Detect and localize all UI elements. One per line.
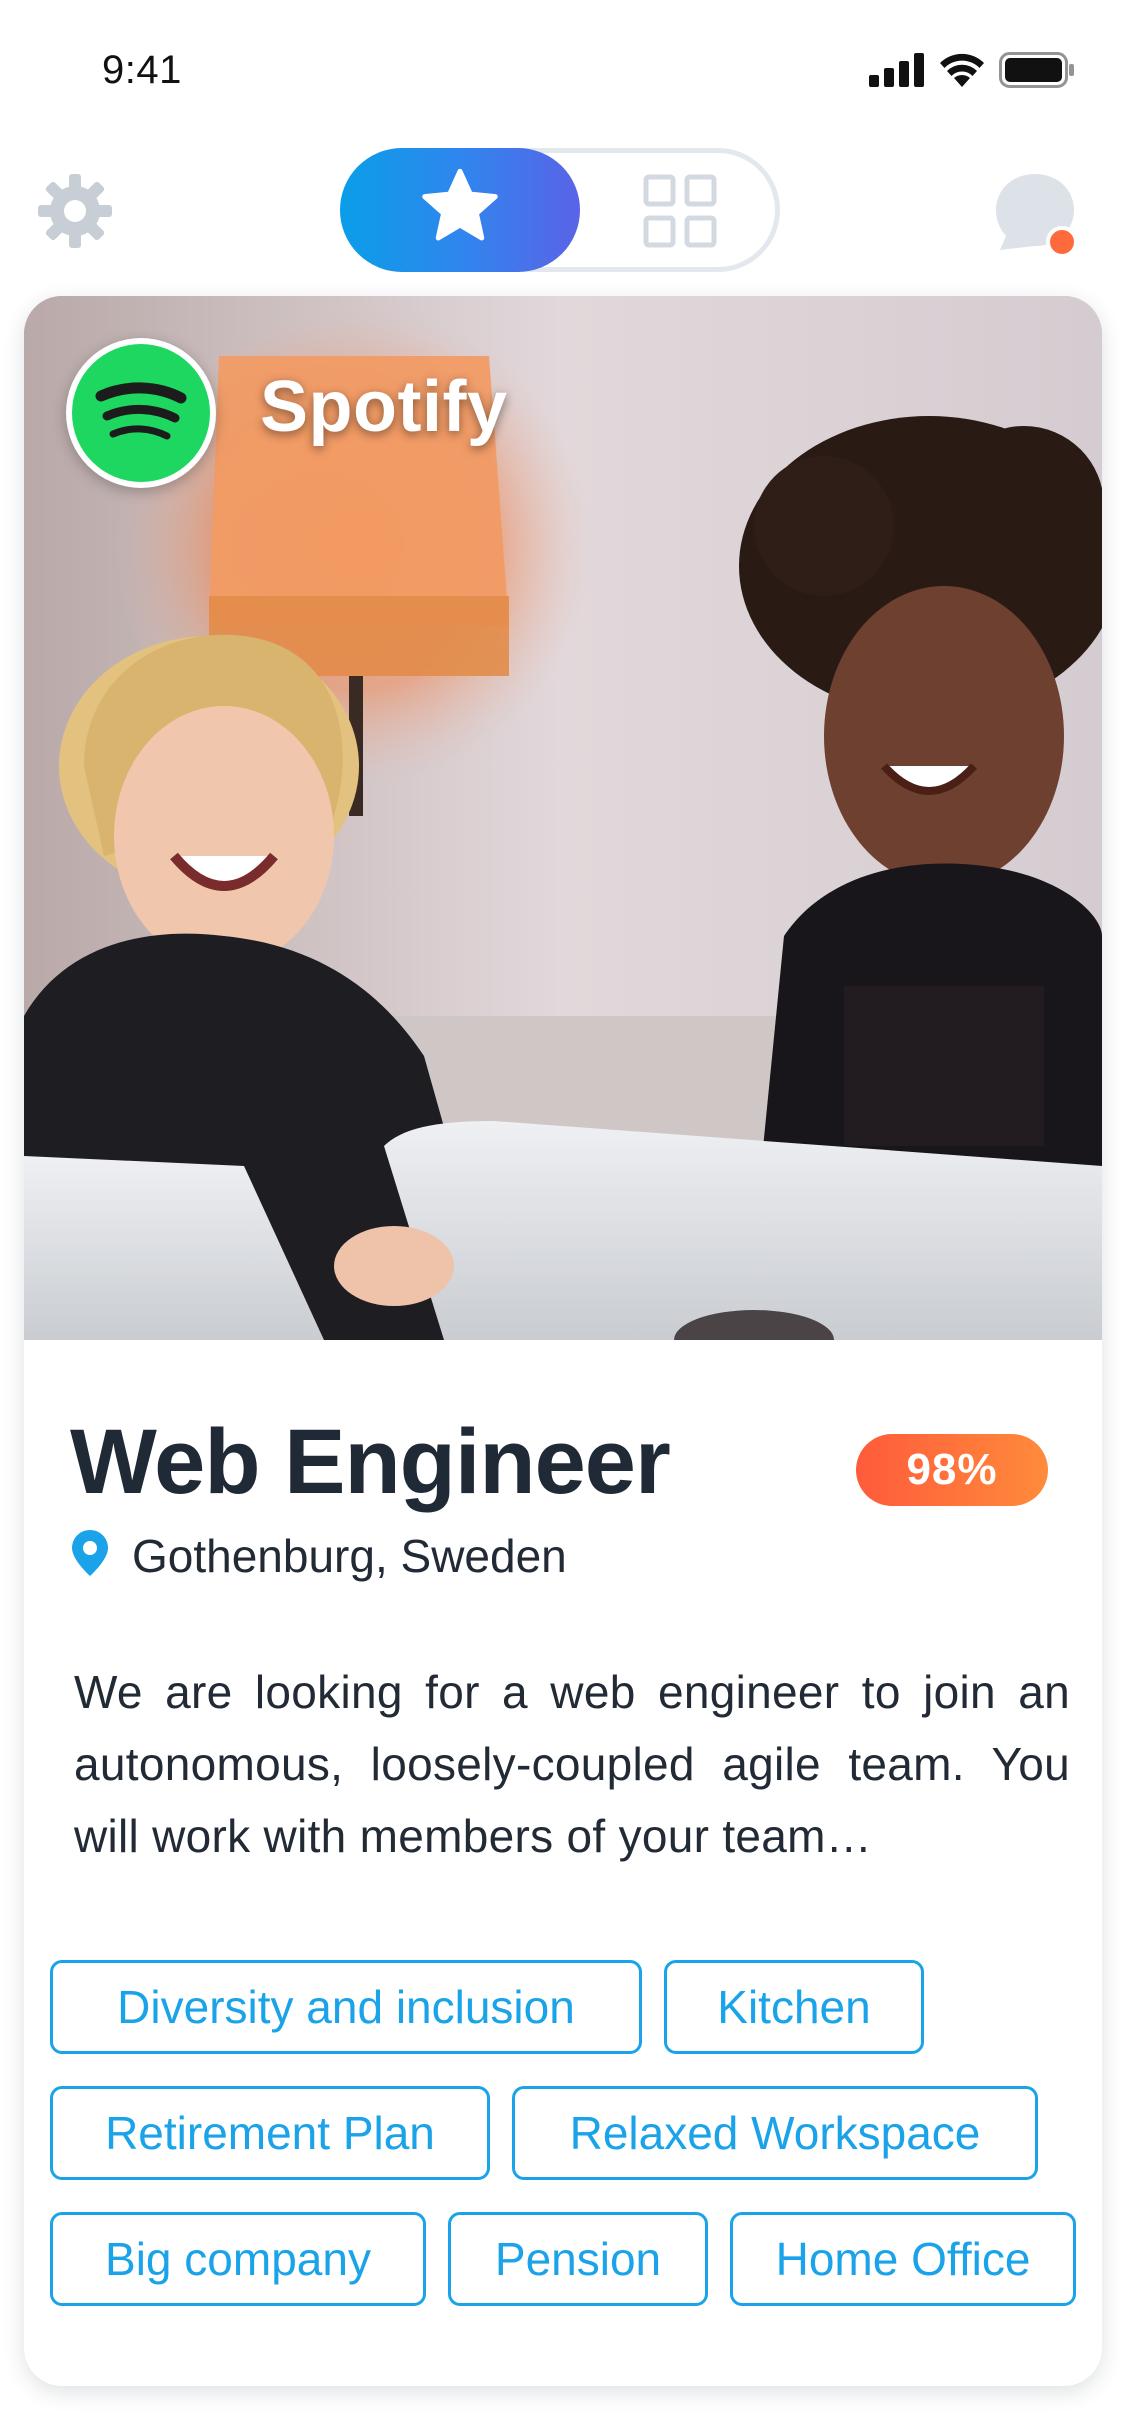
grid-tab[interactable] [640, 173, 720, 253]
team-photo: Spotify [24, 296, 1102, 1340]
job-description: We are looking for a web engineer to joi… [74, 1666, 1070, 1862]
company-name: Spotify [260, 367, 508, 447]
match-badge: 98% [856, 1434, 1048, 1506]
cellular-signal-icon [869, 53, 925, 87]
location-text: Gothenburg, Sweden [132, 1529, 567, 1582]
tag-retirement-plan[interactable]: Retirement Plan [50, 2086, 490, 2180]
job-card-screen: 9:41 Spotify Web Engineer 98% Gothenburg… [0, 0, 1125, 2436]
settings-button[interactable] [34, 172, 116, 254]
location-pin-icon [70, 1528, 110, 1583]
company-logo[interactable] [66, 338, 216, 488]
tag-diversity-and-inclusion[interactable]: Diversity and inclusion [50, 1960, 642, 2054]
tag-row: Retirement Plan Relaxed Workspace [50, 2086, 1090, 2180]
tag-row: Big company Pension Home Office [50, 2212, 1090, 2306]
status-icons [869, 50, 1075, 90]
battery-icon [999, 52, 1075, 88]
tag-home-office[interactable]: Home Office [730, 2212, 1076, 2306]
status-bar: 9:41 [0, 0, 1125, 140]
location-row: Gothenburg, Sweden [70, 1528, 567, 1583]
job-card[interactable]: Spotify Web Engineer 98% Gothenburg, Swe… [24, 296, 1102, 2386]
job-title: Web Engineer [70, 1411, 671, 1513]
tag-pension[interactable]: Pension [448, 2212, 708, 2306]
status-time: 9:41 [102, 48, 182, 92]
wifi-icon [939, 53, 985, 87]
tag-kitchen[interactable]: Kitchen [664, 1960, 924, 2054]
grid-icon [642, 173, 718, 254]
gear-icon [36, 172, 114, 255]
star-icon [417, 167, 503, 254]
messages-button[interactable] [990, 168, 1090, 268]
top-nav [0, 140, 1125, 280]
tag-big-company[interactable]: Big company [50, 2212, 426, 2306]
notification-dot [1046, 226, 1078, 258]
favorites-tab[interactable] [340, 148, 580, 272]
tags-list: Diversity and inclusion Kitchen Retireme… [50, 1960, 1090, 2338]
tag-relaxed-workspace[interactable]: Relaxed Workspace [512, 2086, 1038, 2180]
view-toggle [340, 148, 780, 272]
spotify-logo-icon [72, 344, 210, 482]
tag-row: Diversity and inclusion Kitchen [50, 1960, 1090, 2054]
